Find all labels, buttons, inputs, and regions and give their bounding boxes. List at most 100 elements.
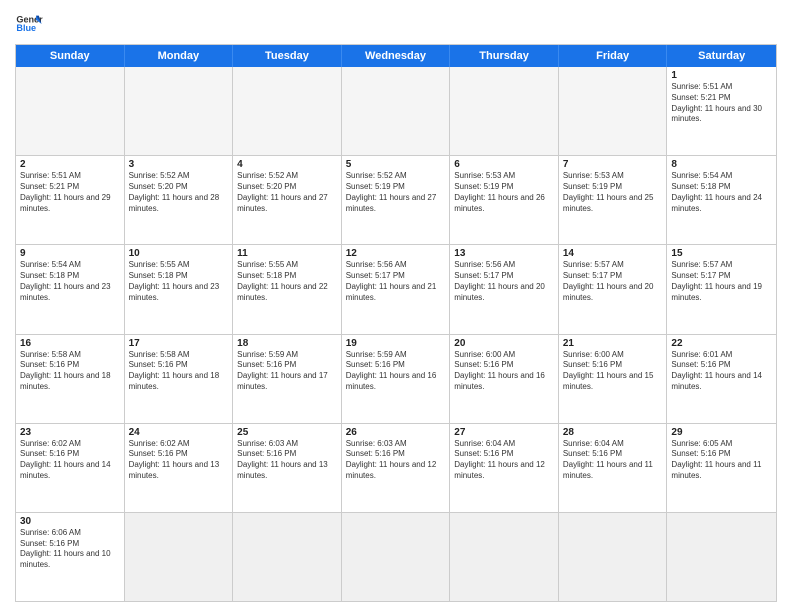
day-number: 15 [671,248,772,259]
cell-info: Sunrise: 6:00 AMSunset: 5:16 PMDaylight:… [454,350,554,393]
cell-info: Sunrise: 6:03 AMSunset: 5:16 PMDaylight:… [237,439,337,482]
calendar-cell-5-3 [342,513,451,601]
header-day-tuesday: Tuesday [233,45,342,67]
cell-info: Sunrise: 5:55 AMSunset: 5:18 PMDaylight:… [237,260,337,303]
day-number: 6 [454,159,554,170]
calendar-cell-1-5: 7Sunrise: 5:53 AMSunset: 5:19 PMDaylight… [559,156,668,244]
day-number: 24 [129,427,229,438]
calendar-cell-3-3: 19Sunrise: 5:59 AMSunset: 5:16 PMDayligh… [342,335,451,423]
cell-info: Sunrise: 5:51 AMSunset: 5:21 PMDaylight:… [671,82,772,125]
cell-info: Sunrise: 5:52 AMSunset: 5:19 PMDaylight:… [346,171,446,214]
calendar-row-3: 16Sunrise: 5:58 AMSunset: 5:16 PMDayligh… [16,335,776,424]
calendar-cell-1-1: 3Sunrise: 5:52 AMSunset: 5:20 PMDaylight… [125,156,234,244]
calendar-cell-5-0: 30Sunrise: 6:06 AMSunset: 5:16 PMDayligh… [16,513,125,601]
calendar-cell-4-5: 28Sunrise: 6:04 AMSunset: 5:16 PMDayligh… [559,424,668,512]
cell-info: Sunrise: 5:59 AMSunset: 5:16 PMDaylight:… [346,350,446,393]
logo: General Blue [15,10,43,38]
day-number: 7 [563,159,663,170]
logo-icon: General Blue [15,10,43,38]
calendar-cell-2-3: 12Sunrise: 5:56 AMSunset: 5:17 PMDayligh… [342,245,451,333]
calendar-cell-5-4 [450,513,559,601]
calendar-cell-5-6 [667,513,776,601]
day-number: 16 [20,338,120,349]
cell-info: Sunrise: 5:52 AMSunset: 5:20 PMDaylight:… [237,171,337,214]
header-day-thursday: Thursday [450,45,559,67]
svg-text:Blue: Blue [16,23,36,33]
cell-info: Sunrise: 5:51 AMSunset: 5:21 PMDaylight:… [20,171,120,214]
day-number: 23 [20,427,120,438]
cell-info: Sunrise: 6:01 AMSunset: 5:16 PMDaylight:… [671,350,772,393]
calendar-row-4: 23Sunrise: 6:02 AMSunset: 5:16 PMDayligh… [16,424,776,513]
header-day-friday: Friday [559,45,668,67]
day-number: 22 [671,338,772,349]
calendar-cell-0-6: 1Sunrise: 5:51 AMSunset: 5:21 PMDaylight… [667,67,776,155]
calendar-cell-0-1 [125,67,234,155]
calendar-cell-2-6: 15Sunrise: 5:57 AMSunset: 5:17 PMDayligh… [667,245,776,333]
cell-info: Sunrise: 6:02 AMSunset: 5:16 PMDaylight:… [129,439,229,482]
day-number: 5 [346,159,446,170]
cell-info: Sunrise: 5:59 AMSunset: 5:16 PMDaylight:… [237,350,337,393]
calendar-cell-3-2: 18Sunrise: 5:59 AMSunset: 5:16 PMDayligh… [233,335,342,423]
day-number: 1 [671,70,772,81]
calendar-row-2: 9Sunrise: 5:54 AMSunset: 5:18 PMDaylight… [16,245,776,334]
cell-info: Sunrise: 5:57 AMSunset: 5:17 PMDaylight:… [671,260,772,303]
day-number: 25 [237,427,337,438]
day-number: 4 [237,159,337,170]
cell-info: Sunrise: 5:56 AMSunset: 5:17 PMDaylight:… [454,260,554,303]
header: General Blue [15,10,777,38]
calendar-cell-3-5: 21Sunrise: 6:00 AMSunset: 5:16 PMDayligh… [559,335,668,423]
cell-info: Sunrise: 5:53 AMSunset: 5:19 PMDaylight:… [454,171,554,214]
page: General Blue SundayMondayTuesdayWednesda… [0,0,792,612]
cell-info: Sunrise: 5:54 AMSunset: 5:18 PMDaylight:… [20,260,120,303]
header-day-monday: Monday [125,45,234,67]
calendar-cell-2-0: 9Sunrise: 5:54 AMSunset: 5:18 PMDaylight… [16,245,125,333]
calendar-cell-3-6: 22Sunrise: 6:01 AMSunset: 5:16 PMDayligh… [667,335,776,423]
cell-info: Sunrise: 5:58 AMSunset: 5:16 PMDaylight:… [20,350,120,393]
day-number: 18 [237,338,337,349]
calendar-cell-3-4: 20Sunrise: 6:00 AMSunset: 5:16 PMDayligh… [450,335,559,423]
day-number: 20 [454,338,554,349]
calendar-cell-4-1: 24Sunrise: 6:02 AMSunset: 5:16 PMDayligh… [125,424,234,512]
header-day-saturday: Saturday [667,45,776,67]
calendar-cell-0-4 [450,67,559,155]
calendar-cell-4-4: 27Sunrise: 6:04 AMSunset: 5:16 PMDayligh… [450,424,559,512]
calendar-row-5: 30Sunrise: 6:06 AMSunset: 5:16 PMDayligh… [16,513,776,601]
cell-info: Sunrise: 6:04 AMSunset: 5:16 PMDaylight:… [454,439,554,482]
calendar-cell-0-3 [342,67,451,155]
day-number: 29 [671,427,772,438]
calendar-cell-0-0 [16,67,125,155]
day-number: 12 [346,248,446,259]
calendar-cell-5-2 [233,513,342,601]
cell-info: Sunrise: 5:55 AMSunset: 5:18 PMDaylight:… [129,260,229,303]
calendar-cell-1-6: 8Sunrise: 5:54 AMSunset: 5:18 PMDaylight… [667,156,776,244]
cell-info: Sunrise: 6:03 AMSunset: 5:16 PMDaylight:… [346,439,446,482]
calendar-body: 1Sunrise: 5:51 AMSunset: 5:21 PMDaylight… [16,67,776,601]
day-number: 28 [563,427,663,438]
calendar-cell-1-2: 4Sunrise: 5:52 AMSunset: 5:20 PMDaylight… [233,156,342,244]
cell-info: Sunrise: 5:57 AMSunset: 5:17 PMDaylight:… [563,260,663,303]
calendar-cell-4-2: 25Sunrise: 6:03 AMSunset: 5:16 PMDayligh… [233,424,342,512]
calendar-cell-1-4: 6Sunrise: 5:53 AMSunset: 5:19 PMDaylight… [450,156,559,244]
calendar-row-1: 2Sunrise: 5:51 AMSunset: 5:21 PMDaylight… [16,156,776,245]
day-number: 8 [671,159,772,170]
day-number: 30 [20,516,120,527]
calendar-cell-1-0: 2Sunrise: 5:51 AMSunset: 5:21 PMDaylight… [16,156,125,244]
calendar-cell-2-4: 13Sunrise: 5:56 AMSunset: 5:17 PMDayligh… [450,245,559,333]
calendar-cell-2-5: 14Sunrise: 5:57 AMSunset: 5:17 PMDayligh… [559,245,668,333]
calendar-cell-4-0: 23Sunrise: 6:02 AMSunset: 5:16 PMDayligh… [16,424,125,512]
day-number: 26 [346,427,446,438]
day-number: 17 [129,338,229,349]
day-number: 10 [129,248,229,259]
cell-info: Sunrise: 6:02 AMSunset: 5:16 PMDaylight:… [20,439,120,482]
cell-info: Sunrise: 5:56 AMSunset: 5:17 PMDaylight:… [346,260,446,303]
calendar: SundayMondayTuesdayWednesdayThursdayFrid… [15,44,777,602]
day-number: 13 [454,248,554,259]
cell-info: Sunrise: 5:52 AMSunset: 5:20 PMDaylight:… [129,171,229,214]
day-number: 14 [563,248,663,259]
calendar-row-0: 1Sunrise: 5:51 AMSunset: 5:21 PMDaylight… [16,67,776,156]
header-day-wednesday: Wednesday [342,45,451,67]
day-number: 2 [20,159,120,170]
day-number: 27 [454,427,554,438]
calendar-cell-5-5 [559,513,668,601]
cell-info: Sunrise: 6:00 AMSunset: 5:16 PMDaylight:… [563,350,663,393]
